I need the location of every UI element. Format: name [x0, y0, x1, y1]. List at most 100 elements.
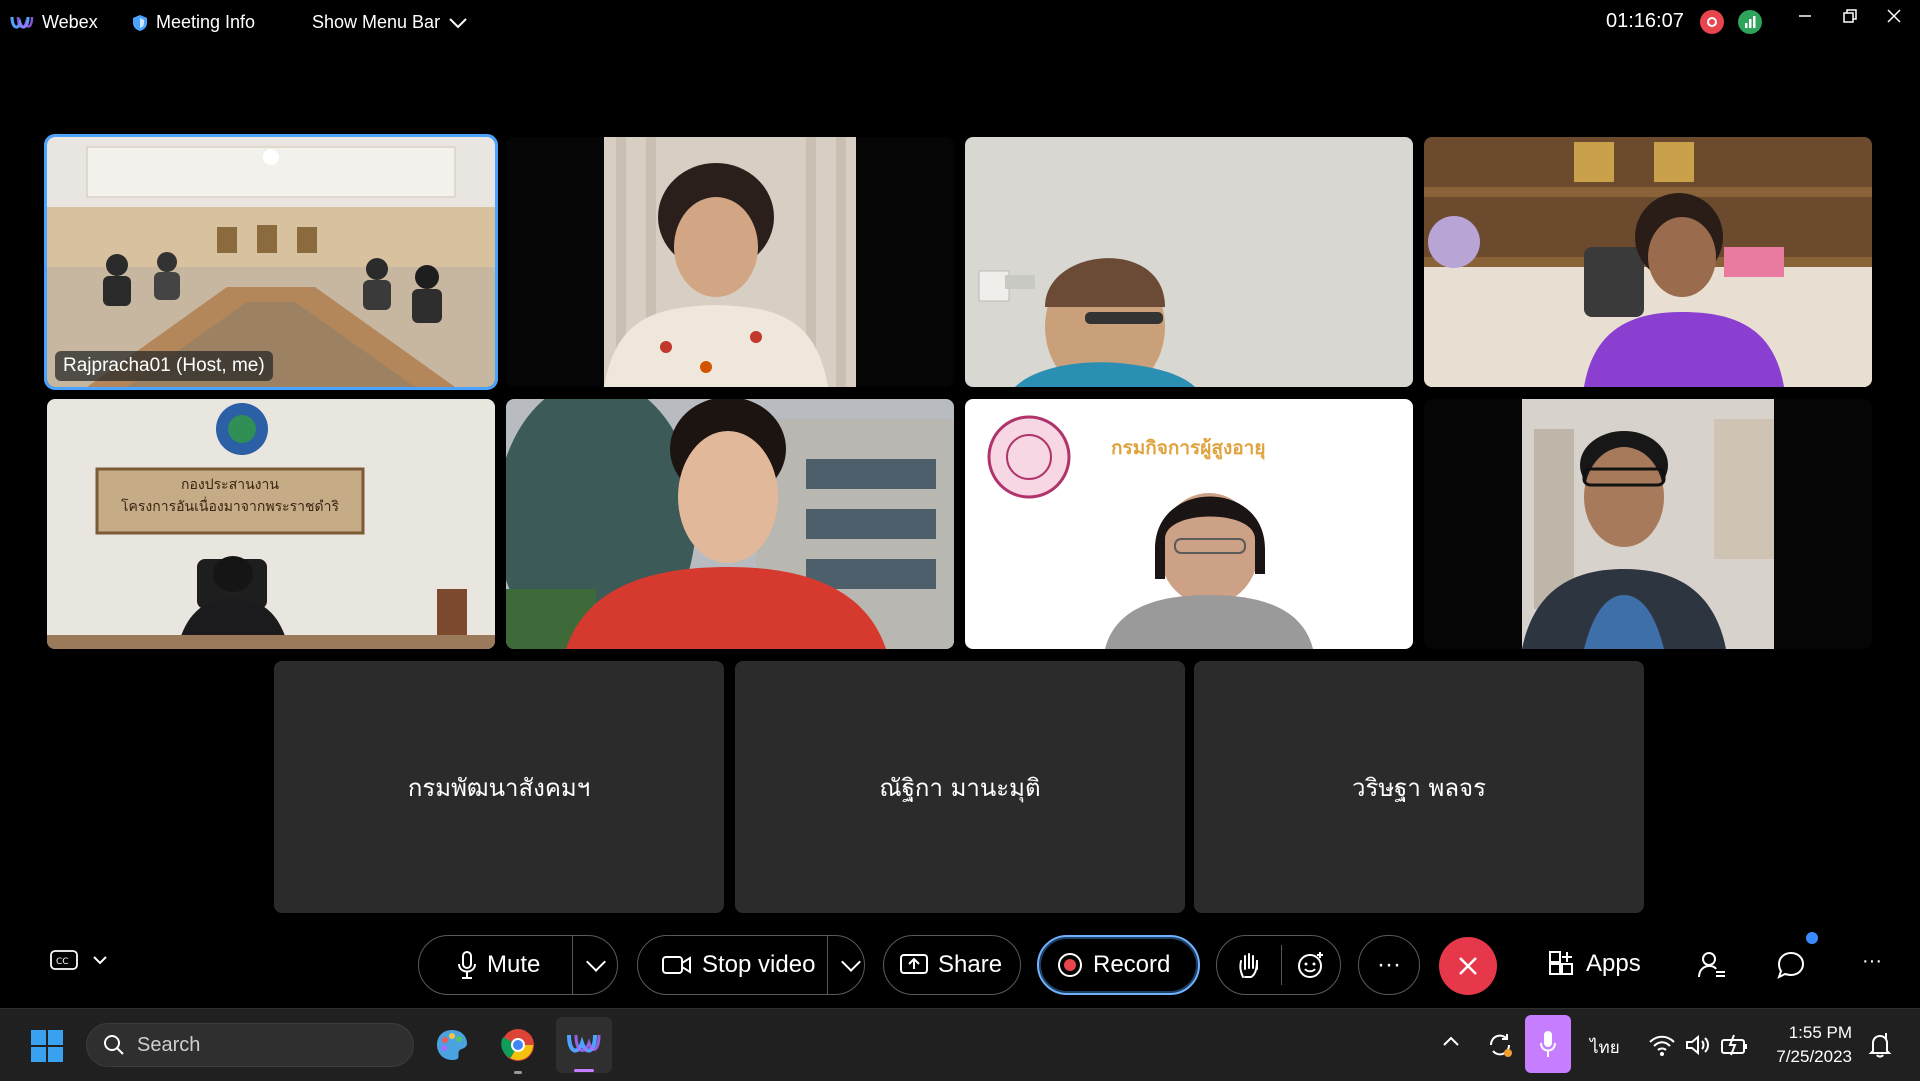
share-label: Share [938, 951, 1003, 978]
webex-logo-icon [10, 16, 34, 29]
office-sign: กองประสานงาน โครงการอันเนื่องมาจากพระราช… [97, 474, 363, 518]
microphone-in-use-button[interactable] [1525, 1015, 1571, 1073]
shield-icon [133, 14, 147, 31]
webex-taskbar-button[interactable] [556, 1017, 612, 1073]
wifi-icon[interactable] [1648, 1033, 1676, 1057]
search-icon [104, 1035, 124, 1055]
webex-menu[interactable]: Webex [10, 12, 98, 33]
microphone-icon [458, 951, 476, 979]
participants-icon [1698, 952, 1725, 978]
chrome-running-indicator [514, 1071, 522, 1074]
windows-taskbar: Search ไทย 1:55 PM 7/25/2023 [0, 1008, 1920, 1081]
participant-video [506, 399, 954, 649]
participant-video [1424, 137, 1872, 387]
end-call-button[interactable] [1439, 937, 1497, 995]
show-menu-bar-label: Show Menu Bar [312, 12, 441, 32]
participants-button[interactable] [1697, 950, 1727, 987]
reaction-emoji-icon[interactable] [1296, 950, 1326, 980]
svg-text:CC: CC [56, 957, 69, 967]
video-camera-icon [662, 956, 691, 974]
close-icon [1459, 957, 1477, 975]
more-icon: ··· [1377, 951, 1401, 978]
clock-time[interactable]: 1:55 PM [1760, 1023, 1852, 1043]
chat-button[interactable] [1776, 932, 1818, 987]
meeting-info-label: Meeting Info [156, 12, 256, 32]
video-tile-participant-2[interactable] [506, 137, 954, 387]
participant-video [604, 137, 856, 387]
search-placeholder: Search [137, 1033, 201, 1056]
closed-captions-icon: CC [50, 950, 78, 970]
apps-button[interactable]: Apps [1548, 950, 1641, 978]
captions-button[interactable]: CC [50, 950, 108, 970]
volume-icon[interactable] [1684, 1033, 1712, 1057]
video-tile-participant-4[interactable] [1424, 137, 1872, 387]
record-icon [1058, 953, 1082, 977]
restore-button[interactable] [1835, 8, 1865, 34]
participant-name: วริษฐา พลจร [1351, 773, 1486, 802]
participant-name: กรมพัฒนาสังคมฯ [407, 773, 591, 802]
reactions-group [1216, 935, 1341, 995]
chevron-down-icon [449, 17, 467, 28]
unread-badge-icon [1806, 932, 1818, 944]
stop-video-label: Stop video [702, 951, 816, 978]
chrome-app-icon[interactable] [500, 1027, 536, 1063]
show-menu-bar-button[interactable]: Show Menu Bar [312, 12, 468, 33]
chevron-down-icon[interactable] [586, 952, 607, 972]
battery-icon[interactable] [1720, 1033, 1750, 1057]
record-label: Record [1093, 951, 1171, 978]
slide-title: กรมกิจการผู้สูงอายุ [1111, 437, 1266, 459]
chevron-up-icon[interactable] [1442, 1035, 1460, 1047]
audio-only-tile[interactable]: กรมพัฒนาสังคมฯ [274, 661, 724, 913]
video-tile-participant-8[interactable] [1424, 399, 1872, 649]
participant-name: ณัฐิกา มานะมุติ [879, 773, 1041, 802]
overflow-menu-button[interactable]: ··· [1862, 950, 1882, 973]
video-tile-participant-5[interactable]: กองประสานงาน โครงการอันเนื่องมาจากพระราช… [47, 399, 495, 649]
app-name: Webex [42, 12, 98, 32]
video-tile-host[interactable]: Rajpracha01 (Host, me) [44, 134, 498, 390]
meeting-info-button[interactable]: Meeting Info [132, 12, 255, 33]
video-tile-participant-7[interactable]: กรมกิจการผู้สูงอายุ [965, 399, 1413, 649]
mute-label: Mute [487, 951, 541, 978]
windows-start-icon[interactable] [30, 1029, 64, 1063]
stop-video-button[interactable]: Stop video [637, 935, 865, 995]
meeting-top-bar: Webex Meeting Info Show Menu Bar 01:16:0… [0, 0, 1920, 46]
paint-app-icon[interactable] [434, 1027, 470, 1063]
apps-label: Apps [1586, 950, 1641, 977]
recording-indicator-icon[interactable] [1700, 10, 1724, 34]
chevron-down-icon[interactable] [841, 952, 862, 972]
signal-bars-icon [1745, 16, 1756, 28]
close-window-button[interactable] [1879, 8, 1909, 34]
record-button[interactable]: Record [1037, 935, 1200, 995]
conference-room-video [47, 137, 495, 387]
webex-app-icon [567, 1034, 601, 1053]
video-tile-participant-6[interactable] [506, 399, 954, 649]
participant-name-badge: Rajpracha01 (Host, me) [55, 351, 273, 381]
share-screen-icon [900, 954, 928, 974]
taskbar-search[interactable]: Search [86, 1023, 414, 1067]
input-language[interactable]: ไทย [1590, 1034, 1620, 1061]
sync-icon[interactable] [1486, 1031, 1514, 1059]
mute-button[interactable]: Mute [418, 935, 618, 995]
video-tile-participant-3[interactable] [965, 137, 1413, 387]
restore-icon [1843, 9, 1857, 23]
overflow-icon: ··· [1862, 950, 1882, 972]
raise-hand-icon[interactable] [1237, 951, 1261, 979]
chat-bubble-icon [1777, 951, 1805, 979]
participant-video [1522, 399, 1774, 649]
network-health-icon[interactable] [1738, 10, 1762, 34]
more-options-button[interactable]: ··· [1358, 935, 1420, 995]
apps-grid-icon [1549, 951, 1573, 975]
sign-line-2: โครงการอันเนื่องมาจากพระราชดำริ [121, 499, 339, 515]
meeting-timer: 01:16:07 [1606, 10, 1684, 32]
minimize-button[interactable] [1790, 8, 1820, 34]
participant-video [965, 137, 1413, 387]
close-icon [1887, 9, 1901, 23]
share-button[interactable]: Share [883, 935, 1021, 995]
clock-date[interactable]: 7/25/2023 [1760, 1047, 1852, 1067]
audio-only-tile[interactable]: วริษฐา พลจร [1194, 661, 1644, 913]
sign-line-1: กองประสานงาน [181, 477, 279, 493]
audio-only-tile[interactable]: ณัฐิกา มานะมุติ [735, 661, 1185, 913]
webex-active-indicator [574, 1069, 594, 1072]
chevron-down-icon [93, 956, 107, 965]
notifications-bell-icon[interactable] [1866, 1031, 1894, 1059]
